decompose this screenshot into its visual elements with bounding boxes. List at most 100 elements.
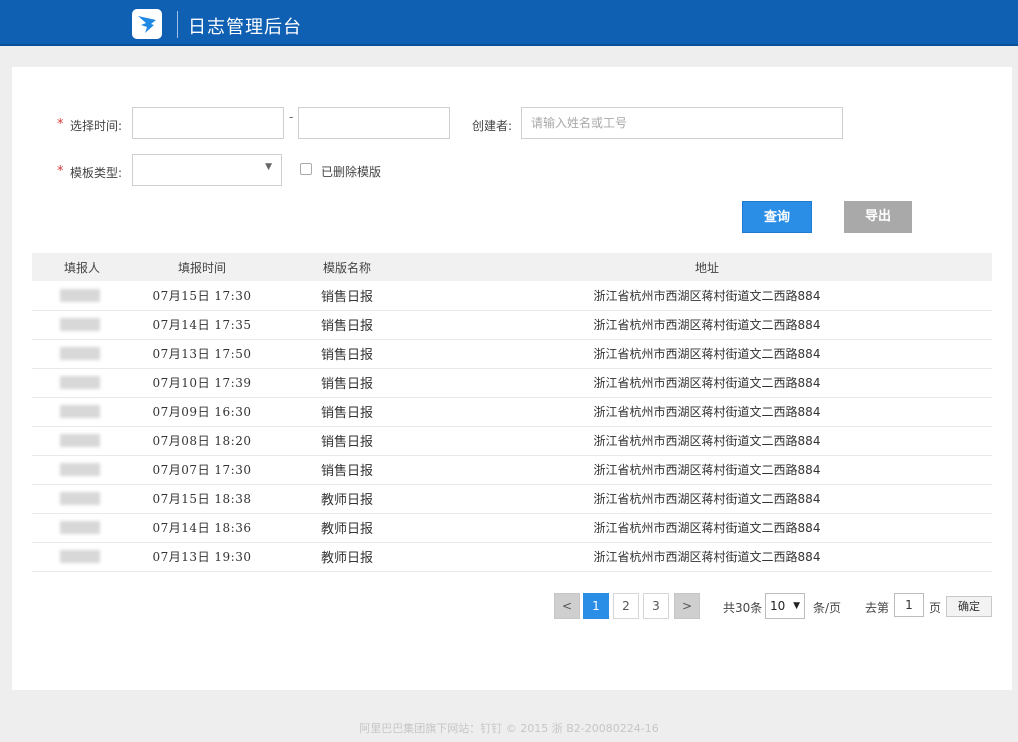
redacted-name: [60, 347, 100, 360]
required-mark-time: *: [57, 117, 64, 132]
start-date-input[interactable]: [132, 107, 284, 139]
query-button[interactable]: 查询: [742, 201, 812, 233]
prev-page-button[interactable]: <: [554, 593, 580, 619]
deleted-templates-checkbox[interactable]: [300, 163, 312, 175]
table-row[interactable]: 07月07日 17:30 销售日报 浙江省杭州市西湖区蒋村街道文二西路884: [32, 455, 992, 484]
deleted-templates-label[interactable]: 已删除模版: [321, 163, 381, 180]
time-cell: 07月15日 18:38: [152, 492, 252, 506]
address-cell: 浙江省杭州市西湖区蒋村街道文二西路884: [593, 434, 821, 448]
app-logo-icon[interactable]: [132, 9, 162, 39]
address-cell: 浙江省杭州市西湖区蒋村街道文二西路884: [593, 376, 821, 390]
time-separator: -: [289, 110, 294, 124]
page-button-1[interactable]: 1: [583, 593, 609, 619]
time-cell: 07月14日 17:35: [152, 318, 252, 332]
reporter-cell: [32, 339, 132, 368]
reporter-cell: [32, 542, 132, 571]
next-page-button[interactable]: >: [674, 593, 700, 619]
time-cell: 07月15日 17:30: [152, 288, 252, 303]
address-cell: 浙江省杭州市西湖区蒋村街道文二西路884: [593, 288, 821, 303]
template-cell: 教师日报: [320, 522, 373, 537]
time-cell: 07月07日 17:30: [152, 463, 252, 477]
table-row[interactable]: 07月14日 18:36 教师日报 浙江省杭州市西湖区蒋村街道文二西路884: [32, 513, 992, 542]
footer-text: 阿里巴巴集团旗下网站：钉钉 © 2015 浙 B2-20080224-16: [359, 722, 659, 735]
time-cell: 07月14日 18:36: [152, 521, 252, 535]
redacted-name: [60, 492, 100, 505]
redacted-name: [60, 550, 100, 563]
address-cell: 浙江省杭州市西湖区蒋村街道文二西路884: [593, 550, 821, 564]
table-row[interactable]: 07月13日 19:30 教师日报 浙江省杭州市西湖区蒋村街道文二西路884: [32, 542, 992, 571]
address-cell: 浙江省杭州市西湖区蒋村街道文二西路884: [593, 318, 821, 332]
redacted-name: [60, 288, 100, 302]
address-cell: 浙江省杭州市西湖区蒋村街道文二西路884: [593, 492, 821, 506]
reporter-cell: [32, 455, 132, 484]
address-cell: 浙江省杭州市西湖区蒋村街道文二西路884: [593, 405, 821, 419]
address-cell: 浙江省杭州市西湖区蒋村街道文二西路884: [593, 463, 821, 477]
creator-label: 创建者:: [472, 119, 513, 133]
reporter-cell: [32, 513, 132, 542]
table-header-row: 填报人 填报时间 模版名称 地址: [32, 253, 992, 281]
reporter-cell: [32, 281, 132, 310]
redacted-name: [60, 434, 100, 447]
table-row[interactable]: 07月10日 17:39 销售日报 浙江省杭州市西湖区蒋村街道文二西路884: [32, 368, 992, 397]
page-button-3[interactable]: 3: [643, 593, 669, 619]
template-cell: 教师日报: [320, 493, 373, 508]
redacted-name: [60, 318, 100, 331]
template-cell: 教师日报: [320, 551, 373, 566]
time-cell: 07月13日 19:30: [152, 550, 252, 564]
table-row[interactable]: 07月15日 18:38 教师日报 浙江省杭州市西湖区蒋村街道文二西路884: [32, 484, 992, 513]
per-page-label: 条/页: [813, 601, 842, 615]
redacted-name: [60, 463, 100, 476]
time-cell: 07月13日 17:50: [152, 347, 252, 361]
address-cell: 浙江省杭州市西湖区蒋村街道文二西路884: [593, 347, 821, 361]
redacted-name: [60, 521, 100, 534]
page-size-select[interactable]: 10 ▼: [765, 593, 805, 619]
template-cell: 销售日报: [320, 348, 373, 363]
template-cell: 销售日报: [320, 464, 373, 479]
table-row[interactable]: 07月14日 17:35 销售日报 浙江省杭州市西湖区蒋村街道文二西路884: [32, 310, 992, 339]
reporter-cell: [32, 368, 132, 397]
goto-page-input[interactable]: 1: [894, 593, 924, 617]
template-cell: 销售日报: [320, 377, 373, 392]
topbar-divider: [177, 11, 178, 38]
header-address[interactable]: 地址: [422, 253, 992, 281]
total-count: 共30条: [723, 601, 763, 615]
time-cell: 07月10日 17:39: [152, 376, 252, 390]
required-mark-template: *: [57, 164, 64, 179]
page-suffix-label: 页: [929, 601, 942, 615]
reporter-cell: [32, 426, 132, 455]
table-row[interactable]: 07月13日 17:50 销售日报 浙江省杭州市西湖区蒋村街道文二西路884: [32, 339, 992, 368]
redacted-name: [60, 376, 100, 389]
top-bar: 日志管理后台: [0, 0, 1018, 46]
log-table: 填报人 填报时间 模版名称 地址 07月15日 17:30 销售日报 浙江省杭州…: [32, 253, 992, 572]
chevron-down-icon: ▼: [265, 162, 272, 172]
reporter-cell: [32, 397, 132, 426]
time-label: 选择时间:: [70, 119, 123, 133]
reporter-cell: [32, 484, 132, 513]
app-title: 日志管理后台: [188, 17, 302, 38]
template-type-label: 模板类型:: [70, 166, 123, 180]
chevron-down-icon: ▼: [793, 601, 800, 611]
header-template-name[interactable]: 模版名称: [272, 253, 422, 281]
address-cell: 浙江省杭州市西湖区蒋村街道文二西路884: [593, 521, 821, 535]
table-row[interactable]: 07月08日 18:20 销售日报 浙江省杭州市西湖区蒋村街道文二西路884: [32, 426, 992, 455]
template-cell: 销售日报: [320, 435, 373, 450]
template-cell: 销售日报: [320, 319, 373, 334]
goto-label: 去第: [865, 601, 890, 615]
redacted-name: [60, 405, 100, 418]
template-cell: 销售日报: [320, 406, 373, 421]
page-button-2[interactable]: 2: [613, 593, 639, 619]
header-report-time[interactable]: 填报时间: [132, 253, 272, 281]
export-button[interactable]: 导出: [844, 201, 912, 233]
end-date-input[interactable]: [298, 107, 450, 139]
table-row[interactable]: 07月09日 16:30 销售日报 浙江省杭州市西湖区蒋村街道文二西路884: [32, 397, 992, 426]
template-cell: 销售日报: [320, 289, 373, 305]
goto-confirm-button[interactable]: 确定: [946, 596, 992, 617]
time-cell: 07月09日 16:30: [152, 405, 252, 419]
header-reporter[interactable]: 填报人: [32, 253, 132, 281]
time-cell: 07月08日 18:20: [152, 434, 252, 448]
table-row[interactable]: 07月15日 17:30 销售日报 浙江省杭州市西湖区蒋村街道文二西路884: [32, 281, 992, 310]
creator-search-input[interactable]: [521, 107, 843, 139]
page-size-value: 10: [770, 599, 786, 613]
reporter-cell: [32, 310, 132, 339]
template-type-select[interactable]: ▼: [132, 154, 282, 186]
